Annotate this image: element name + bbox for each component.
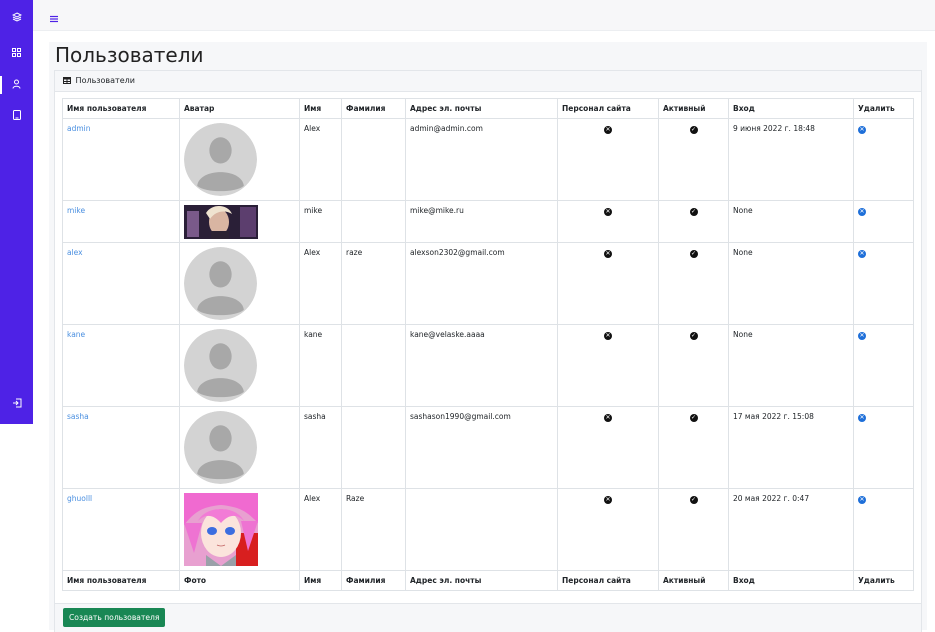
first-name: kane bbox=[299, 324, 342, 407]
last-login: 9 июня 2022 г. 18:48 bbox=[728, 118, 854, 201]
grid-icon[interactable] bbox=[0, 42, 33, 62]
page-title: Пользователи bbox=[55, 43, 204, 67]
check-circle-icon: ✓ bbox=[689, 250, 698, 258]
column-header: Активный bbox=[658, 98, 729, 119]
column-header: Имя bbox=[299, 98, 342, 119]
last-name bbox=[341, 200, 406, 243]
username-link[interactable]: ghuolll bbox=[67, 494, 92, 503]
column-header: Персонал сайта bbox=[557, 98, 659, 119]
delete-icon[interactable]: ✕ bbox=[858, 126, 866, 134]
x-circle-icon: ✕ bbox=[604, 332, 612, 340]
email: admin@admin.com bbox=[405, 118, 558, 201]
table-row: sasha sasha sashason1990@gmail.com ✕ ✓ 1… bbox=[62, 406, 914, 489]
last-login: None bbox=[728, 324, 854, 407]
first-name: sasha bbox=[299, 406, 342, 489]
default-avatar-icon bbox=[184, 411, 257, 484]
delete-icon[interactable]: ✕ bbox=[858, 250, 866, 258]
table-icon bbox=[63, 77, 71, 84]
last-login: 17 мая 2022 г. 15:08 bbox=[728, 406, 854, 489]
create-user-button[interactable]: Создать пользователя bbox=[63, 608, 166, 627]
column-footer: Фамилия bbox=[341, 570, 406, 591]
check-circle-icon: ✓ bbox=[689, 496, 698, 504]
sidebar bbox=[0, 0, 33, 424]
column-footer: Имя пользователя bbox=[62, 570, 180, 591]
last-name: raze bbox=[341, 242, 406, 325]
check-circle-icon: ✓ bbox=[689, 414, 698, 422]
email: sashason1990@gmail.com bbox=[405, 406, 558, 489]
column-footer: Адрес эл. почты bbox=[405, 570, 558, 591]
column-header: Фамилия bbox=[341, 98, 406, 119]
check-circle-icon: ✓ bbox=[689, 332, 698, 340]
user-icon[interactable] bbox=[0, 74, 33, 94]
column-header: Имя пользователя bbox=[62, 98, 180, 119]
check-circle-icon: ✓ bbox=[689, 126, 698, 134]
last-name bbox=[341, 324, 406, 407]
last-login: None bbox=[728, 242, 854, 325]
layers-icon[interactable] bbox=[0, 7, 33, 27]
column-header: Адрес эл. почты bbox=[405, 98, 558, 119]
last-name bbox=[341, 406, 406, 489]
email: mike@mike.ru bbox=[405, 200, 558, 243]
last-name: Raze bbox=[341, 488, 406, 571]
default-avatar-icon bbox=[184, 123, 257, 196]
username-link[interactable]: sasha bbox=[67, 412, 89, 421]
column-header: Аватар bbox=[179, 98, 300, 119]
table-row: mike mike mike@mike.ru ✕ ✓ None ✕ bbox=[62, 200, 914, 243]
column-footer: Фото bbox=[179, 570, 300, 591]
last-login: 20 мая 2022 г. 0:47 bbox=[728, 488, 854, 571]
users-table: Имя пользователя Аватар Имя Фамилия Адре… bbox=[62, 98, 914, 591]
column-footer: Имя bbox=[299, 570, 342, 591]
table-header-row: Имя пользователя Аватар Имя Фамилия Адре… bbox=[62, 98, 914, 119]
delete-icon[interactable]: ✕ bbox=[858, 332, 866, 340]
email: kane@velaske.aaaa bbox=[405, 324, 558, 407]
username-link[interactable]: admin bbox=[67, 124, 91, 133]
table-footer-row: Имя пользователя Фото Имя Фамилия Адрес … bbox=[62, 570, 914, 591]
card-footer: Создать пользователя bbox=[55, 603, 921, 632]
delete-icon[interactable]: ✕ bbox=[858, 496, 866, 504]
anime-portrait-image bbox=[184, 493, 258, 566]
last-login: None bbox=[728, 200, 854, 243]
delete-icon[interactable]: ✕ bbox=[858, 208, 866, 216]
x-circle-icon: ✕ bbox=[604, 208, 612, 216]
x-circle-icon: ✕ bbox=[604, 250, 612, 258]
x-circle-icon: ✕ bbox=[604, 126, 612, 134]
first-name: Alex bbox=[299, 118, 342, 201]
tablet-icon[interactable] bbox=[0, 105, 33, 125]
first-name: mike bbox=[299, 200, 342, 243]
table-row: admin Alex admin@admin.com ✕ ✓ 9 июня 20… bbox=[62, 118, 914, 201]
card-header: Пользователи bbox=[55, 71, 921, 92]
check-circle-icon: ✓ bbox=[689, 208, 698, 216]
table-row: alex Alex raze alexson2302@gmail.com ✕ ✓… bbox=[62, 242, 914, 325]
column-footer: Удалить bbox=[853, 570, 914, 591]
card-header-title: Пользователи bbox=[75, 76, 135, 85]
first-name: Alex bbox=[299, 488, 342, 571]
email bbox=[405, 488, 558, 571]
first-name: Alex bbox=[299, 242, 342, 325]
delete-icon[interactable]: ✕ bbox=[858, 414, 866, 422]
username-link[interactable]: mike bbox=[67, 206, 85, 215]
column-footer: Персонал сайта bbox=[557, 570, 659, 591]
top-bar bbox=[33, 0, 935, 31]
anime-banner-image bbox=[184, 205, 258, 239]
logout-icon[interactable] bbox=[0, 393, 33, 413]
username-link[interactable]: kane bbox=[67, 330, 85, 339]
default-avatar-icon bbox=[184, 329, 257, 402]
column-header: Удалить bbox=[853, 98, 914, 119]
last-name bbox=[341, 118, 406, 201]
email: alexson2302@gmail.com bbox=[405, 242, 558, 325]
table-row: kane kane kane@velaske.aaaa ✕ ✓ None ✕ bbox=[62, 324, 914, 407]
column-footer: Активный bbox=[658, 570, 729, 591]
x-circle-icon: ✕ bbox=[604, 496, 612, 504]
default-avatar-icon bbox=[184, 247, 257, 320]
x-circle-icon: ✕ bbox=[604, 414, 612, 422]
column-footer: Вход bbox=[728, 570, 854, 591]
username-link[interactable]: alex bbox=[67, 248, 83, 257]
column-header: Вход bbox=[728, 98, 854, 119]
table-row: ghuolll Alex Raze ✕ ✓ 20 мая 2022 г. 0:4… bbox=[62, 488, 914, 571]
menu-toggle-icon[interactable] bbox=[49, 9, 59, 23]
